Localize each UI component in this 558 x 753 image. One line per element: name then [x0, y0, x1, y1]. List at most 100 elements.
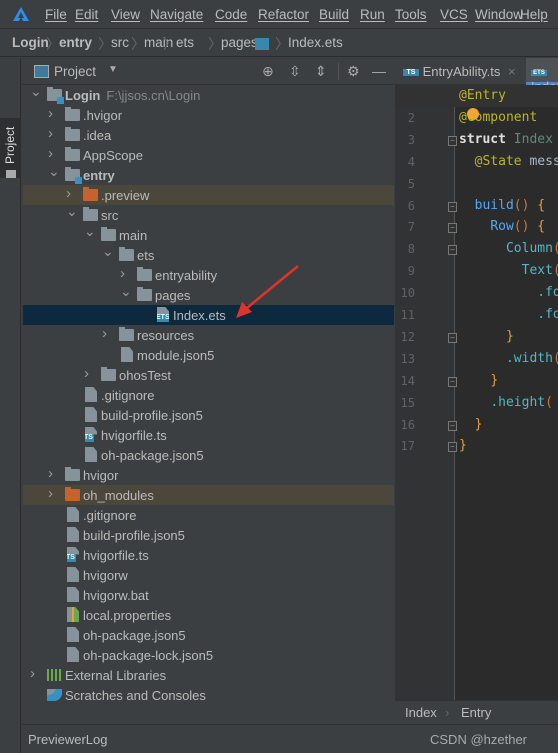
- chevron-down-icon[interactable]: ⌄: [120, 283, 132, 300]
- tree-item[interactable]: build-profile.json5: [23, 405, 394, 425]
- breadcrumb-entry[interactable]: entry: [59, 35, 92, 50]
- code-token: .fo: [537, 285, 558, 301]
- tree-item[interactable]: › resources: [23, 325, 394, 345]
- menu-run[interactable]: Run: [360, 7, 385, 22]
- tree-item[interactable]: .gitignore: [23, 505, 394, 525]
- tree-item[interactable]: ⌄ src: [23, 203, 394, 225]
- menu-vcs[interactable]: VCS: [440, 7, 468, 22]
- fold-close-icon[interactable]: −: [448, 442, 457, 453]
- tree-item[interactable]: › hvigor: [23, 465, 394, 485]
- tree-item[interactable]: ⌄ ets: [23, 243, 394, 265]
- chevron-right-icon[interactable]: ›: [48, 105, 53, 122]
- chevron-right-icon[interactable]: ›: [120, 265, 125, 282]
- breadcrumb-src[interactable]: src: [111, 35, 129, 50]
- folder-icon: [47, 87, 64, 104]
- menu-build[interactable]: Build: [319, 7, 349, 22]
- menu-code[interactable]: Code: [215, 7, 247, 22]
- tab-index-ets[interactable]: ETS Index.ets: [526, 58, 558, 94]
- locate-icon[interactable]: ⊕: [262, 63, 274, 80]
- editor-tabs: TS EntryAbility.ts × ETS Index.ets: [395, 58, 558, 94]
- chevron-down-icon[interactable]: ⌄: [102, 243, 114, 260]
- menu-refactor[interactable]: Refactor: [258, 7, 309, 22]
- chevron-right-icon[interactable]: ›: [84, 365, 89, 382]
- fold-close-icon[interactable]: −: [448, 376, 457, 387]
- tree-item[interactable]: › ohosTest: [23, 365, 394, 385]
- tree-item[interactable]: ⌄ main: [23, 223, 394, 245]
- chevron-right-icon[interactable]: ›: [66, 185, 71, 202]
- tree-item[interactable]: Index.ets: [23, 305, 394, 325]
- tree-item[interactable]: local.properties: [23, 605, 394, 625]
- tree-item[interactable]: › entryability: [23, 265, 394, 285]
- menu-edit[interactable]: Edit: [75, 7, 98, 22]
- tree-item[interactable]: › .idea: [23, 125, 394, 145]
- menu-view[interactable]: View: [111, 7, 140, 22]
- fold-close-icon[interactable]: −: [448, 420, 457, 431]
- breadcrumb-ets[interactable]: ets: [176, 35, 194, 50]
- tree-item[interactable]: oh-package-lock.json5: [23, 645, 394, 665]
- expand-all-icon[interactable]: ⇳: [289, 63, 301, 80]
- fold-open-icon[interactable]: −: [448, 245, 457, 256]
- tree-item[interactable]: hvigorfile.ts: [23, 425, 394, 445]
- minimize-icon[interactable]: —: [372, 63, 386, 79]
- line-number: 3: [407, 132, 415, 147]
- tree-item[interactable]: › .preview: [23, 185, 394, 205]
- tree-item[interactable]: › External Libraries: [23, 665, 394, 685]
- project-view-selector[interactable]: Project: [54, 64, 96, 79]
- fold-open-icon[interactable]: −: [448, 135, 457, 146]
- tree-item[interactable]: hvigorfile.ts: [23, 545, 394, 565]
- breadcrumb-entry[interactable]: Entry: [461, 705, 491, 720]
- tree-item[interactable]: oh-package.json5: [23, 625, 394, 645]
- project-tool-tab[interactable]: Project: [0, 118, 21, 178]
- tree-item[interactable]: ⌄ entry: [23, 163, 394, 185]
- chevron-right-icon[interactable]: ›: [30, 665, 35, 682]
- intention-bulb-icon[interactable]: [467, 108, 479, 120]
- collapse-all-icon[interactable]: ⇕: [315, 63, 327, 80]
- code-line: build() {: [459, 198, 545, 213]
- breadcrumb-index-ets[interactable]: Index.ets: [288, 35, 343, 50]
- tree-item[interactable]: hvigorw: [23, 565, 394, 585]
- scratches-icon: [47, 689, 62, 701]
- tree-item[interactable]: module.json5: [23, 345, 394, 365]
- menu-file[interactable]: File: [45, 7, 67, 22]
- tree-item[interactable]: ⌄ Login F:\jjsos.cn\Login: [23, 83, 394, 105]
- menu-help[interactable]: Help: [520, 7, 548, 22]
- chevron-right-icon[interactable]: ›: [48, 465, 53, 482]
- tree-item[interactable]: oh-package.json5: [23, 445, 394, 465]
- tree-item[interactable]: Scratches and Consoles: [23, 685, 394, 705]
- close-icon[interactable]: ×: [508, 64, 516, 79]
- fold-close-icon[interactable]: −: [448, 332, 457, 343]
- breadcrumb-pages[interactable]: pages: [221, 35, 258, 50]
- tab-entryability-ts[interactable]: TS EntryAbility.ts ×: [395, 58, 526, 85]
- ts-file-icon: TS: [403, 69, 419, 77]
- chevron-right-icon: 〉: [275, 36, 289, 52]
- breadcrumb-index[interactable]: Index: [405, 705, 437, 720]
- tree-item[interactable]: › .hvigor: [23, 105, 394, 125]
- chevron-down-icon[interactable]: ⌄: [48, 163, 60, 180]
- tree-item[interactable]: .gitignore: [23, 385, 394, 405]
- tree-item[interactable]: ⌄ pages: [23, 283, 394, 305]
- tree-item[interactable]: › oh_modules: [23, 485, 394, 505]
- menu-navigate[interactable]: Navigate: [150, 7, 203, 22]
- fold-open-icon[interactable]: −: [448, 223, 457, 234]
- fold-open-icon[interactable]: −: [448, 201, 457, 212]
- chevron-right-icon[interactable]: ›: [48, 145, 53, 162]
- menu-window[interactable]: Window: [475, 7, 523, 22]
- breadcrumb-login[interactable]: Login: [12, 35, 49, 50]
- chevron-down-icon[interactable]: ⌄: [84, 223, 96, 240]
- chevron-right-icon[interactable]: ›: [102, 325, 107, 342]
- chevron-right-icon[interactable]: ›: [48, 125, 53, 142]
- tree-item-label: Scratches and Consoles: [65, 688, 206, 703]
- item-name: module.json5: [137, 348, 215, 363]
- gear-icon[interactable]: ⚙: [347, 63, 360, 80]
- tree-item[interactable]: › AppScope: [23, 145, 394, 165]
- chevron-down-icon[interactable]: ▼: [108, 64, 118, 75]
- menu-tools[interactable]: Tools: [395, 7, 427, 22]
- tree-item[interactable]: build-profile.json5: [23, 525, 394, 545]
- chevron-right-icon[interactable]: ›: [48, 485, 53, 502]
- item-name: hvigorw.bat: [83, 588, 149, 603]
- chevron-down-icon[interactable]: ⌄: [30, 83, 42, 100]
- tree-item[interactable]: hvigorw.bat: [23, 585, 394, 605]
- chevron-down-icon[interactable]: ⌄: [66, 203, 78, 220]
- previewerlog-tab[interactable]: PreviewerLog: [28, 732, 108, 747]
